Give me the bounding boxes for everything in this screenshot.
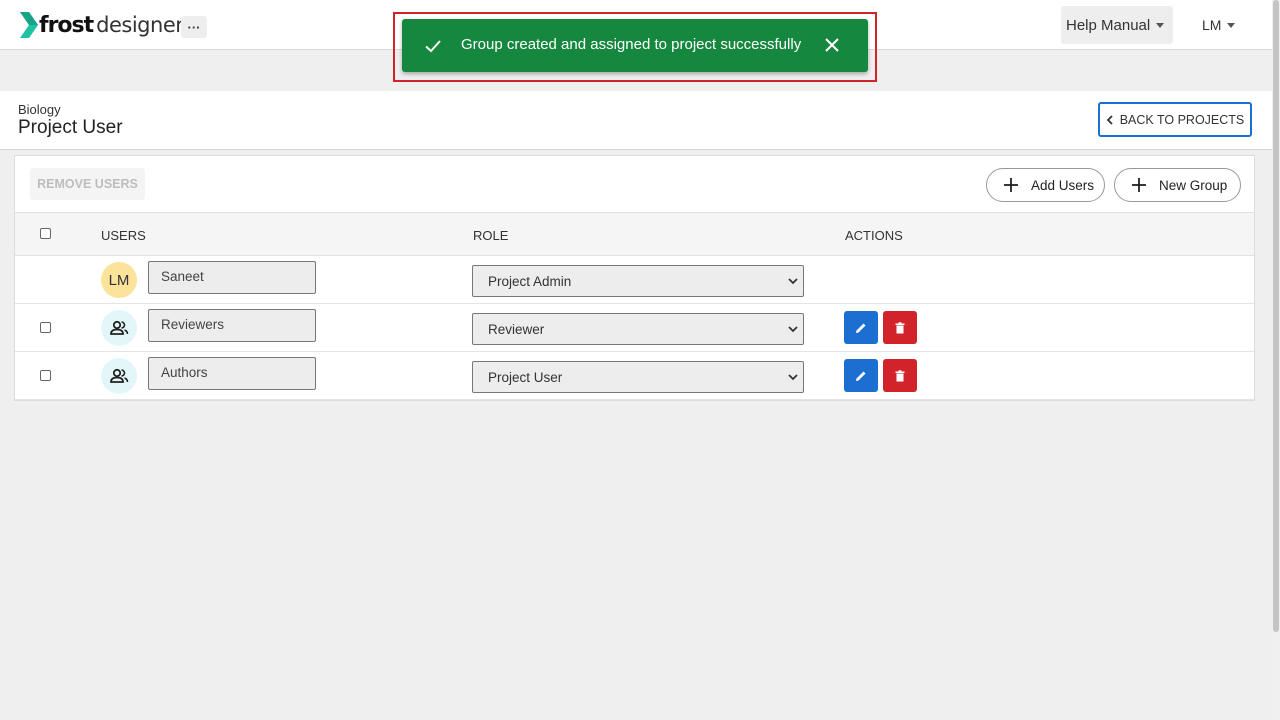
delete-button[interactable] — [883, 359, 917, 392]
back-to-projects-label: BACK TO PROJECTS — [1119, 112, 1245, 127]
column-header-role: ROLE — [473, 228, 509, 243]
success-toast: Group created and assigned to project su… — [402, 19, 868, 72]
plus-icon — [1132, 178, 1146, 192]
new-group-button[interactable]: New Group — [1114, 168, 1241, 202]
page-header: Biology Project User BACK TO PROJECTS — [0, 91, 1272, 150]
avatar: LM — [101, 262, 137, 298]
logo-text-designer: designer — [96, 13, 184, 37]
trash-icon — [895, 321, 905, 333]
app-logo[interactable]: frost designer — [20, 10, 184, 40]
page-scrollbar[interactable] — [1272, 0, 1280, 720]
group-name-field[interactable]: Authors — [148, 357, 316, 390]
role-select-value: Project Admin — [488, 274, 572, 289]
group-icon — [110, 320, 129, 335]
remove-users-button[interactable]: REMOVE USERS — [30, 168, 145, 200]
more-menu-button[interactable]: ··· — [181, 16, 207, 38]
chevron-down-icon — [788, 278, 798, 285]
new-group-label: New Group — [1159, 177, 1228, 193]
trash-icon — [895, 369, 905, 381]
add-users-label: Add Users — [1031, 177, 1095, 193]
edit-button[interactable] — [844, 359, 878, 392]
pencil-icon — [856, 323, 866, 333]
logo-text-frost: frost — [39, 12, 94, 38]
chevron-down-icon — [788, 374, 798, 381]
delete-button[interactable] — [883, 311, 917, 344]
scrollbar-thumb[interactable] — [1273, 0, 1279, 632]
row-checkbox[interactable] — [40, 322, 51, 333]
group-avatar — [101, 358, 137, 394]
back-to-projects-button[interactable]: BACK TO PROJECTS — [1098, 102, 1252, 137]
table-row: LM Saneet Project Admin — [15, 256, 1254, 304]
project-users-card: REMOVE USERS Add Users New Group USERS R… — [14, 155, 1255, 401]
user-menu-dropdown[interactable]: LM — [1195, 6, 1245, 44]
toast-message: Group created and assigned to project su… — [461, 36, 802, 53]
chevron-logo-icon — [20, 12, 38, 38]
role-select[interactable]: Project Admin — [472, 265, 804, 297]
breadcrumb[interactable]: Biology — [18, 102, 61, 117]
caret-down-icon — [1156, 22, 1165, 28]
select-all-checkbox[interactable] — [40, 228, 51, 239]
group-avatar — [101, 310, 137, 346]
page-title: Project User — [18, 117, 123, 138]
role-select-value: Project User — [488, 370, 563, 385]
edit-button[interactable] — [844, 311, 878, 344]
table-header: USERS ROLE ACTIONS — [15, 212, 1254, 256]
row-checkbox[interactable] — [40, 370, 51, 381]
chevron-left-icon — [1106, 114, 1113, 125]
add-users-button[interactable]: Add Users — [986, 168, 1105, 202]
group-name-field[interactable]: Reviewers — [148, 309, 316, 342]
user-name-field[interactable]: Saneet — [148, 261, 316, 294]
close-icon[interactable] — [823, 36, 841, 54]
table-row: Reviewers Reviewer — [15, 304, 1254, 352]
caret-down-icon — [1227, 22, 1236, 28]
help-manual-label: Help Manual — [1066, 16, 1151, 34]
chevron-down-icon — [788, 326, 798, 333]
role-select-value: Reviewer — [488, 322, 545, 337]
check-icon — [425, 40, 441, 53]
user-initials: LM — [1202, 17, 1222, 33]
pencil-icon — [856, 371, 866, 381]
column-header-actions: ACTIONS — [845, 228, 903, 243]
plus-icon — [1004, 178, 1018, 192]
role-select[interactable]: Reviewer — [472, 313, 804, 345]
group-icon — [110, 368, 129, 383]
table-row: Authors Project User — [15, 352, 1254, 400]
role-select[interactable]: Project User — [472, 361, 804, 393]
column-header-users: USERS — [101, 228, 146, 243]
help-manual-dropdown[interactable]: Help Manual — [1061, 6, 1173, 44]
